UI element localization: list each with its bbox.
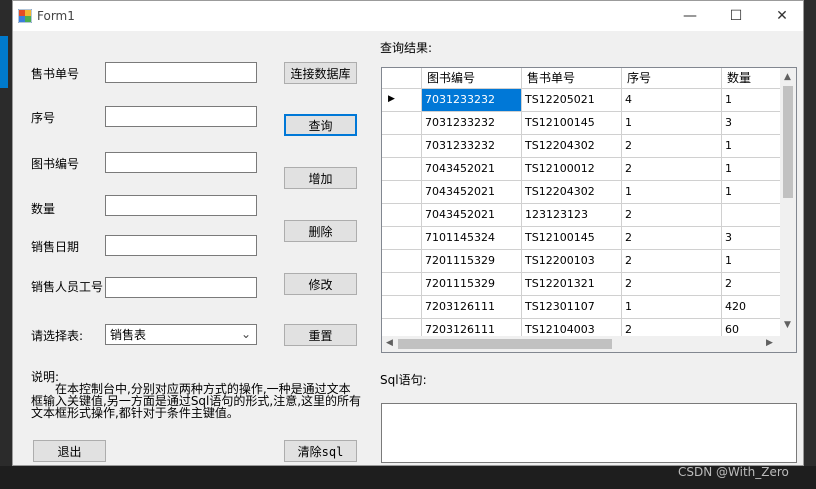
minimize-button[interactable]: — — [667, 1, 713, 31]
column-header[interactable]: 图书编号 — [422, 68, 522, 89]
row-header[interactable] — [382, 158, 422, 181]
row-header[interactable] — [382, 273, 422, 296]
seq-label: 序号 — [31, 111, 56, 125]
grid-cell[interactable]: 2 — [622, 158, 722, 181]
minimize-icon: — — [683, 8, 697, 24]
table-select[interactable]: 销售表 ⌄ — [105, 324, 257, 345]
query-button[interactable]: 查询 — [284, 114, 357, 136]
grid-cell[interactable]: 7201115329 — [422, 250, 522, 273]
scroll-down-icon[interactable]: ▼ — [784, 320, 791, 330]
staff-no-input[interactable] — [105, 277, 257, 298]
grid-cell[interactable]: 7201115329 — [422, 273, 522, 296]
column-header[interactable]: 序号 — [622, 68, 722, 89]
row-header[interactable] — [382, 227, 422, 250]
grid-cell[interactable]: TS12200103 — [522, 250, 622, 273]
window-title: Form1 — [37, 9, 75, 23]
sale-no-input[interactable] — [105, 62, 257, 83]
desktop-right-strip — [804, 0, 816, 489]
grid-cell[interactable]: 7031233232 — [422, 135, 522, 158]
grid-cell[interactable]: 2 — [622, 227, 722, 250]
sale-no-label: 售书单号 — [31, 67, 80, 81]
grid-cell[interactable]: 2 — [622, 250, 722, 273]
sale-date-input[interactable] — [105, 235, 257, 256]
qty-label: 数量 — [31, 202, 56, 216]
grid-cell[interactable]: TS12100145 — [522, 227, 622, 250]
sql-label: Sql语句: — [380, 373, 427, 387]
grid-cell[interactable]: 7031233232 — [422, 112, 522, 135]
chevron-down-icon: ⌄ — [240, 327, 251, 341]
results-label: 查询结果: — [380, 41, 433, 55]
seq-input[interactable] — [105, 106, 257, 127]
ide-side-tab — [0, 36, 8, 88]
grid-cell[interactable]: 4 — [622, 89, 722, 112]
choose-table-label: 请选择表: — [31, 329, 84, 343]
close-icon: ✕ — [776, 8, 788, 24]
grid-cell[interactable]: TS12301107 — [522, 296, 622, 319]
grid-cell[interactable]: 123123123 — [522, 204, 622, 227]
form-window: Form1 — ☐ ✕ 售书单号 序号 图书编号 数量 销售日期 销售人员工号 … — [12, 0, 804, 466]
title-bar[interactable]: Form1 — ☐ ✕ — [13, 1, 803, 31]
scroll-corner — [780, 336, 796, 352]
grid-cell[interactable]: TS12204302 — [522, 135, 622, 158]
clear-sql-button[interactable]: 清除sql — [284, 440, 357, 462]
add-button[interactable]: 增加 — [284, 167, 357, 189]
book-no-label: 图书编号 — [31, 157, 80, 171]
row-header[interactable] — [382, 204, 422, 227]
qty-input[interactable] — [105, 195, 257, 216]
staff-no-label: 销售人员工号 — [31, 280, 104, 294]
grid-cell[interactable]: 1 — [622, 181, 722, 204]
horizontal-scrollbar[interactable]: ◀ ▶ — [382, 336, 780, 352]
delete-button[interactable]: 删除 — [284, 220, 357, 242]
table-select-value: 销售表 — [110, 328, 147, 342]
grid-cell[interactable]: 2 — [622, 273, 722, 296]
modify-button[interactable]: 修改 — [284, 273, 357, 295]
maximize-button[interactable]: ☐ — [713, 1, 759, 31]
grid-cell[interactable]: 7101145324 — [422, 227, 522, 250]
desktop-left-strip — [0, 0, 12, 489]
row-header[interactable] — [382, 250, 422, 273]
row-header[interactable] — [382, 181, 422, 204]
grid-cell[interactable]: TS12201321 — [522, 273, 622, 296]
horizontal-scroll-thumb[interactable] — [398, 339, 612, 349]
vertical-scroll-thumb[interactable] — [783, 86, 793, 198]
book-no-input[interactable] — [105, 152, 257, 173]
grid-cell[interactable]: 2 — [622, 135, 722, 158]
row-header[interactable] — [382, 135, 422, 158]
grid-cell[interactable]: 1 — [622, 296, 722, 319]
watermark: CSDN @With_Zero — [678, 465, 789, 479]
maximize-icon: ☐ — [729, 8, 743, 24]
scroll-right-icon[interactable]: ▶ — [766, 338, 773, 348]
reset-button[interactable]: 重置 — [284, 324, 357, 346]
grid-cell[interactable]: 7031233232 — [422, 89, 522, 112]
sql-input[interactable] — [381, 403, 797, 463]
results-grid[interactable]: 图书编号 售书单号 序号 数量 ▶ 7031233232 TS12205021 4 1 70312… — [381, 67, 797, 353]
column-header[interactable]: 售书单号 — [522, 68, 622, 89]
grid-cell[interactable]: TS12204302 — [522, 181, 622, 204]
grid-cell[interactable]: TS12205021 — [522, 89, 622, 112]
description: 说明: 在本控制台中,分别对应两种方式的操作,一种是通过文本框输入关键值,另一方… — [31, 371, 361, 419]
grid-cell[interactable]: TS12100145 — [522, 112, 622, 135]
triangle-right-icon: ▶ — [388, 94, 395, 104]
scroll-left-icon[interactable]: ◀ — [386, 338, 393, 348]
grid-cell[interactable]: TS12100012 — [522, 158, 622, 181]
description-body: 在本控制台中,分别对应两种方式的操作,一种是通过文本框输入关键值,另一方面是通过… — [31, 382, 362, 420]
close-button[interactable]: ✕ — [759, 1, 805, 31]
grid-corner-header[interactable] — [382, 68, 422, 89]
grid-cell[interactable]: 1 — [622, 112, 722, 135]
grid-cell[interactable]: 7203126111 — [422, 296, 522, 319]
grid-cell[interactable]: 7043452021 — [422, 158, 522, 181]
row-header[interactable] — [382, 296, 422, 319]
vertical-scrollbar[interactable]: ▲ ▼ — [780, 68, 796, 336]
sale-date-label: 销售日期 — [31, 240, 80, 254]
row-header[interactable]: ▶ — [382, 89, 422, 112]
scroll-up-icon[interactable]: ▲ — [784, 72, 791, 82]
grid-cell[interactable]: 7043452021 — [422, 181, 522, 204]
exit-button[interactable]: 退出 — [33, 440, 106, 462]
grid-cell[interactable]: 7043452021 — [422, 204, 522, 227]
row-header[interactable] — [382, 112, 422, 135]
grid-cell[interactable]: 2 — [622, 204, 722, 227]
connect-db-button[interactable]: 连接数据库 — [284, 62, 357, 84]
form-app-icon — [18, 9, 32, 23]
